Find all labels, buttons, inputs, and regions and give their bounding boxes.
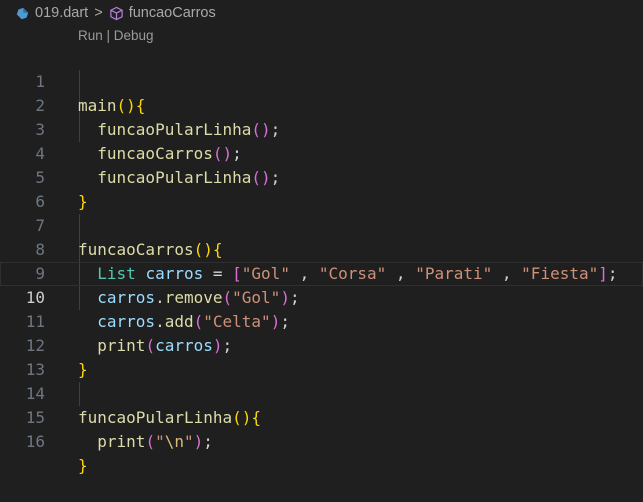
codelens-separator: | [102,28,114,43]
breadcrumb: 019.dart > funcaoCarros [0,0,643,26]
code-line[interactable]: 8 List carros = ["Gol" , "Corsa" , "Para… [0,214,643,283]
breadcrumb-file[interactable]: 019.dart [16,5,88,21]
breadcrumb-symbol[interactable]: funcaoCarros [109,5,216,21]
codelens: Run | Debug [78,28,154,43]
codelens-run[interactable]: Run [78,28,103,43]
breadcrumb-symbol-label: funcaoCarros [128,5,216,21]
code-line[interactable]: 12 } [0,310,643,379]
breadcrumb-separator: > [94,5,103,21]
line-number: 16 [25,432,45,451]
dart-file-icon [16,7,29,19]
code-content: } [78,456,88,475]
code-line[interactable]: 3 funcaoCarros(); [0,94,643,163]
code-line[interactable]: 5 } [0,142,643,211]
code-line[interactable]: 15 print("\n"); [0,382,643,451]
code-content: print("\n"); [97,432,213,451]
code-editor[interactable]: 1 main(){ 2 funcaoPularLinha(); 3 funcao… [0,46,643,475]
code-line[interactable]: 13 [0,334,643,379]
breadcrumb-file-label: 019.dart [35,5,89,21]
code-line[interactable]: 7 funcaoCarros(){ [0,190,643,259]
code-line[interactable]: 14 funcaoPularLinha(){ [0,358,643,427]
code-line[interactable]: 1 main(){ [0,46,643,115]
code-line[interactable]: 16 } [0,406,643,475]
code-line-current[interactable]: 10 carros.add("Celta"); [0,262,643,331]
code-line[interactable]: 2 funcaoPularLinha(); [0,70,643,139]
code-line[interactable]: 9 carros.remove("Gol"); [0,238,643,307]
code-line[interactable]: 4 funcaoPularLinha(); [0,118,643,187]
codelens-debug[interactable]: Debug [114,28,154,43]
code-line[interactable]: 6 [0,166,643,211]
symbol-method-icon [109,6,123,20]
code-line[interactable]: 11 print(carros); [0,286,643,355]
